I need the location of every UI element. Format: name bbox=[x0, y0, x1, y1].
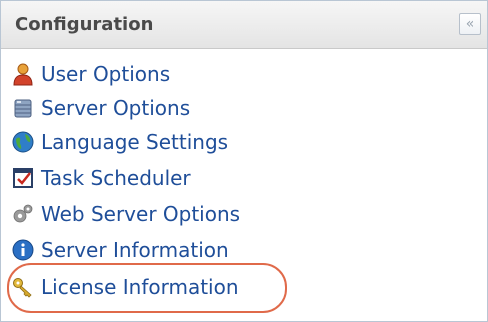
menu-item-license-information[interactable]: License Information bbox=[11, 272, 239, 302]
panel-title: Configuration bbox=[15, 14, 154, 35]
menu-item-server-information[interactable]: Server Information bbox=[11, 235, 229, 265]
database-icon bbox=[14, 99, 32, 118]
configuration-panel: Configuration « User Options Server Opti… bbox=[0, 0, 488, 322]
menu-item-task-scheduler[interactable]: Task Scheduler bbox=[11, 163, 191, 193]
calendar-check-icon bbox=[13, 168, 33, 188]
menu-item-label: Task Scheduler bbox=[41, 166, 191, 190]
menu-item-language-settings[interactable]: Language Settings bbox=[11, 127, 228, 157]
panel-header: Configuration « bbox=[1, 1, 487, 49]
menu-item-label: Web Server Options bbox=[41, 202, 241, 226]
menu-item-label: Server Information bbox=[41, 238, 229, 262]
user-icon bbox=[13, 63, 33, 86]
collapse-panel-button[interactable]: « bbox=[459, 13, 481, 35]
menu-item-web-server-options[interactable]: Web Server Options bbox=[11, 199, 240, 229]
key-icon bbox=[13, 278, 32, 298]
menu-item-label: Server Options bbox=[41, 96, 191, 120]
menu-item-label: License Information bbox=[41, 275, 239, 299]
globe-icon bbox=[12, 131, 34, 153]
menu-item-label: User Options bbox=[41, 62, 171, 86]
menu-item-server-options[interactable]: Server Options bbox=[11, 93, 190, 123]
gear-icon bbox=[13, 204, 33, 223]
menu-item-label: Language Settings bbox=[41, 130, 229, 154]
menu-item-user-options[interactable]: User Options bbox=[11, 59, 170, 89]
info-icon bbox=[12, 239, 34, 261]
